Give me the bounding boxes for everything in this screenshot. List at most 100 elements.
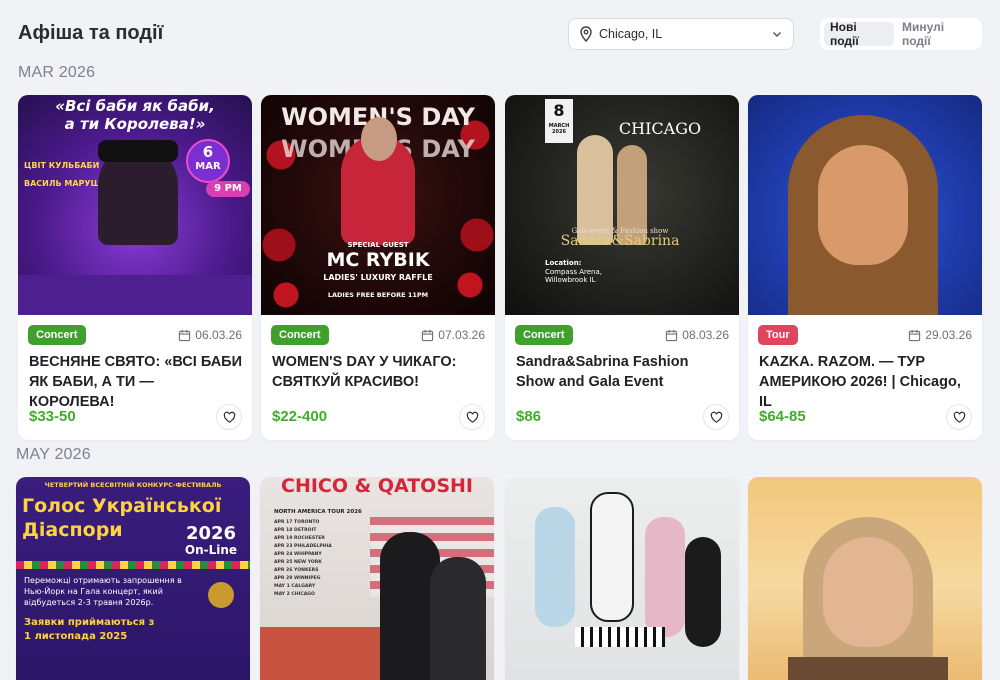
poster-headline-1: Голос Української bbox=[22, 495, 222, 517]
tab-new-events[interactable]: Нові події bbox=[824, 20, 894, 48]
favorite-button[interactable] bbox=[459, 404, 485, 430]
event-filter-tabs: Нові події Минулі події bbox=[820, 18, 982, 50]
poster-headline-2: Діаспори bbox=[22, 519, 123, 541]
poster-special-guest: SPECIAL GUEST bbox=[347, 241, 409, 249]
tour-date: MAY 1 CALGARY bbox=[274, 584, 316, 589]
poster-figure-2 bbox=[590, 492, 634, 622]
event-card[interactable]: 8 MARCH 2026 CHICAGO Gala event & Fashio… bbox=[505, 95, 739, 440]
poster-year: 2026 bbox=[185, 523, 237, 544]
poster-day: 6 bbox=[202, 143, 214, 161]
tab-past-events[interactable]: Минулі події bbox=[896, 20, 976, 48]
tour-date: APR 24 WHIPPANY bbox=[274, 552, 322, 557]
event-price: $64-85 bbox=[759, 408, 806, 425]
location-select[interactable]: Chicago, IL bbox=[568, 18, 794, 50]
heart-icon bbox=[466, 411, 478, 423]
poster-headline: CHICO & QATOSHI bbox=[281, 477, 473, 497]
event-card[interactable]: «Всі баби як баби, а ти Королева!» 6 MAR… bbox=[18, 95, 252, 440]
poster-raffle: LADIES' LUXURY RAFFLE bbox=[323, 273, 433, 282]
tour-date: APR 23 PHILADELPHIA bbox=[274, 544, 332, 549]
poster-day: 8 bbox=[553, 101, 565, 120]
event-card[interactable]: WOMEN'S DAY WOMEN'S DAY SPECIAL GUEST MC… bbox=[261, 95, 495, 440]
poster-figure-1 bbox=[535, 507, 575, 627]
category-badge: Tour bbox=[758, 325, 798, 345]
poster-headline-1: «Всі баби як баби, bbox=[55, 97, 215, 115]
event-price: $86 bbox=[516, 408, 542, 425]
poster-ornament bbox=[16, 561, 250, 569]
event-title[interactable]: KAZKA. RAZOM. — ТУР АМЕРИКОЮ 2026! | Chi… bbox=[759, 352, 973, 412]
event-price: $22-400 bbox=[272, 408, 328, 425]
tour-date: APR 26 YONKERS bbox=[274, 568, 319, 573]
event-title[interactable]: WOMEN'S DAY У ЧИКАГО: СВЯТКУЙ КРАСИВО! bbox=[272, 352, 486, 392]
poster-venue: Compass Arena, bbox=[545, 268, 603, 276]
event-card[interactable]: Tour 29.03.26 KAZKA. RAZOM. — ТУР АМЕРИК… bbox=[748, 95, 982, 440]
section-heading: MAR 2026 bbox=[18, 64, 96, 81]
event-card[interactable] bbox=[505, 477, 739, 680]
calendar-icon bbox=[422, 329, 434, 341]
event-poster bbox=[505, 477, 739, 680]
event-card[interactable] bbox=[748, 477, 982, 680]
poster-tour-title: NORTH AMERICA TOUR 2026 bbox=[274, 509, 362, 515]
tour-date: MAY 2 CHICAGO bbox=[274, 592, 315, 597]
poster-figure-2 bbox=[430, 557, 486, 680]
location-value: Chicago, IL bbox=[599, 27, 663, 41]
poster-ladies: LADIES FREE BEFORE 11PM bbox=[327, 291, 429, 299]
poster-date-badge: 6 MAR bbox=[186, 139, 230, 183]
poster-guest-name: MC RYBIK bbox=[326, 249, 430, 271]
poster-jacket bbox=[788, 657, 948, 680]
tour-date: APR 19 ROCHESTER bbox=[274, 536, 325, 541]
poster-figure-4 bbox=[685, 537, 721, 647]
poster-location-label: Location: bbox=[545, 259, 582, 267]
poster-kicker: ЧЕТВЕРТИЙ ВСЕСВІТНІЙ КОНКУРС-ФЕСТИВАЛЬ bbox=[44, 481, 222, 489]
poster-tour-dates: APR 17 TORONTO APR 18 DETROIT APR 19 ROC… bbox=[274, 519, 354, 599]
event-poster: «Всі баби як баби, а ти Королева!» 6 MAR… bbox=[18, 95, 252, 315]
heart-icon bbox=[710, 411, 722, 423]
heart-icon bbox=[953, 411, 965, 423]
page-title: Афіша та події bbox=[18, 22, 164, 44]
event-card[interactable]: CHICO & QATOSHI NORTH AMERICA TOUR 2026 … bbox=[260, 477, 494, 680]
calendar-icon bbox=[666, 329, 678, 341]
event-poster: CHICO & QATOSHI NORTH AMERICA TOUR 2026 … bbox=[260, 477, 494, 680]
poster-keyboard bbox=[575, 627, 665, 647]
poster-online: On-Line bbox=[184, 543, 238, 557]
favorite-button[interactable] bbox=[216, 404, 242, 430]
calendar-icon bbox=[909, 329, 921, 341]
poster-date-box: 8 MARCH 2026 bbox=[545, 99, 573, 143]
poster-figure-3 bbox=[645, 517, 685, 637]
event-date: 07.03.26 bbox=[421, 328, 485, 342]
event-poster: WOMEN'S DAY WOMEN'S DAY SPECIAL GUEST MC… bbox=[261, 95, 495, 315]
calendar-icon bbox=[179, 329, 191, 341]
category-badge: Concert bbox=[271, 325, 329, 345]
event-date-text: 07.03.26 bbox=[438, 328, 485, 342]
poster-deadline-1: Заявки приймаються з bbox=[24, 617, 155, 628]
event-title[interactable]: Sandra&Sabrina Fashion Show and Gala Eve… bbox=[516, 352, 730, 392]
poster-footer bbox=[18, 275, 252, 315]
event-date-text: 08.03.26 bbox=[682, 328, 729, 342]
tour-date: APR 29 WINNIPEG bbox=[274, 576, 321, 581]
section-heading: MAY 2026 bbox=[16, 446, 91, 463]
event-title[interactable]: ВЕСНЯНЕ СВЯТО: «ВСІ БАБИ ЯК БАБИ, А ТИ —… bbox=[29, 352, 243, 412]
event-poster bbox=[748, 95, 982, 315]
poster-month: MAR bbox=[195, 161, 221, 172]
event-poster: ЧЕТВЕРТИЙ ВСЕСВІТНІЙ КОНКУРС-ФЕСТИВАЛЬ Г… bbox=[16, 477, 250, 680]
favorite-button[interactable] bbox=[703, 404, 729, 430]
event-date-text: 29.03.26 bbox=[925, 328, 972, 342]
event-card[interactable]: ЧЕТВЕРТИЙ ВСЕСВІТНІЙ КОНКУРС-ФЕСТИВАЛЬ Г… bbox=[16, 477, 250, 680]
favorite-button[interactable] bbox=[946, 404, 972, 430]
map-pin-icon bbox=[580, 26, 592, 42]
poster-headline-2: а ти Королева!» bbox=[64, 115, 206, 133]
event-date: 08.03.26 bbox=[665, 328, 729, 342]
tour-date: APR 25 NEW YORK bbox=[274, 560, 322, 565]
poster-hat bbox=[98, 140, 178, 162]
poster-band: ЦВІТ КУЛЬБАБИ bbox=[24, 161, 100, 170]
heart-icon bbox=[223, 411, 235, 423]
poster-deadline-2: 1 листопада 2025 bbox=[24, 631, 128, 642]
event-date-text: 06.03.26 bbox=[195, 328, 242, 342]
poster-venue-city: Willowbrook IL bbox=[545, 276, 596, 284]
tour-date: APR 17 TORONTO bbox=[274, 520, 320, 525]
poster-brand: Sandra&Sabrina bbox=[560, 233, 680, 249]
poster-microphone bbox=[208, 582, 234, 608]
poster-face bbox=[818, 145, 908, 265]
poster-description: Переможці отримають запрошення в Нью-Йор… bbox=[24, 576, 182, 607]
event-poster bbox=[748, 477, 982, 680]
category-badge: Concert bbox=[515, 325, 573, 345]
